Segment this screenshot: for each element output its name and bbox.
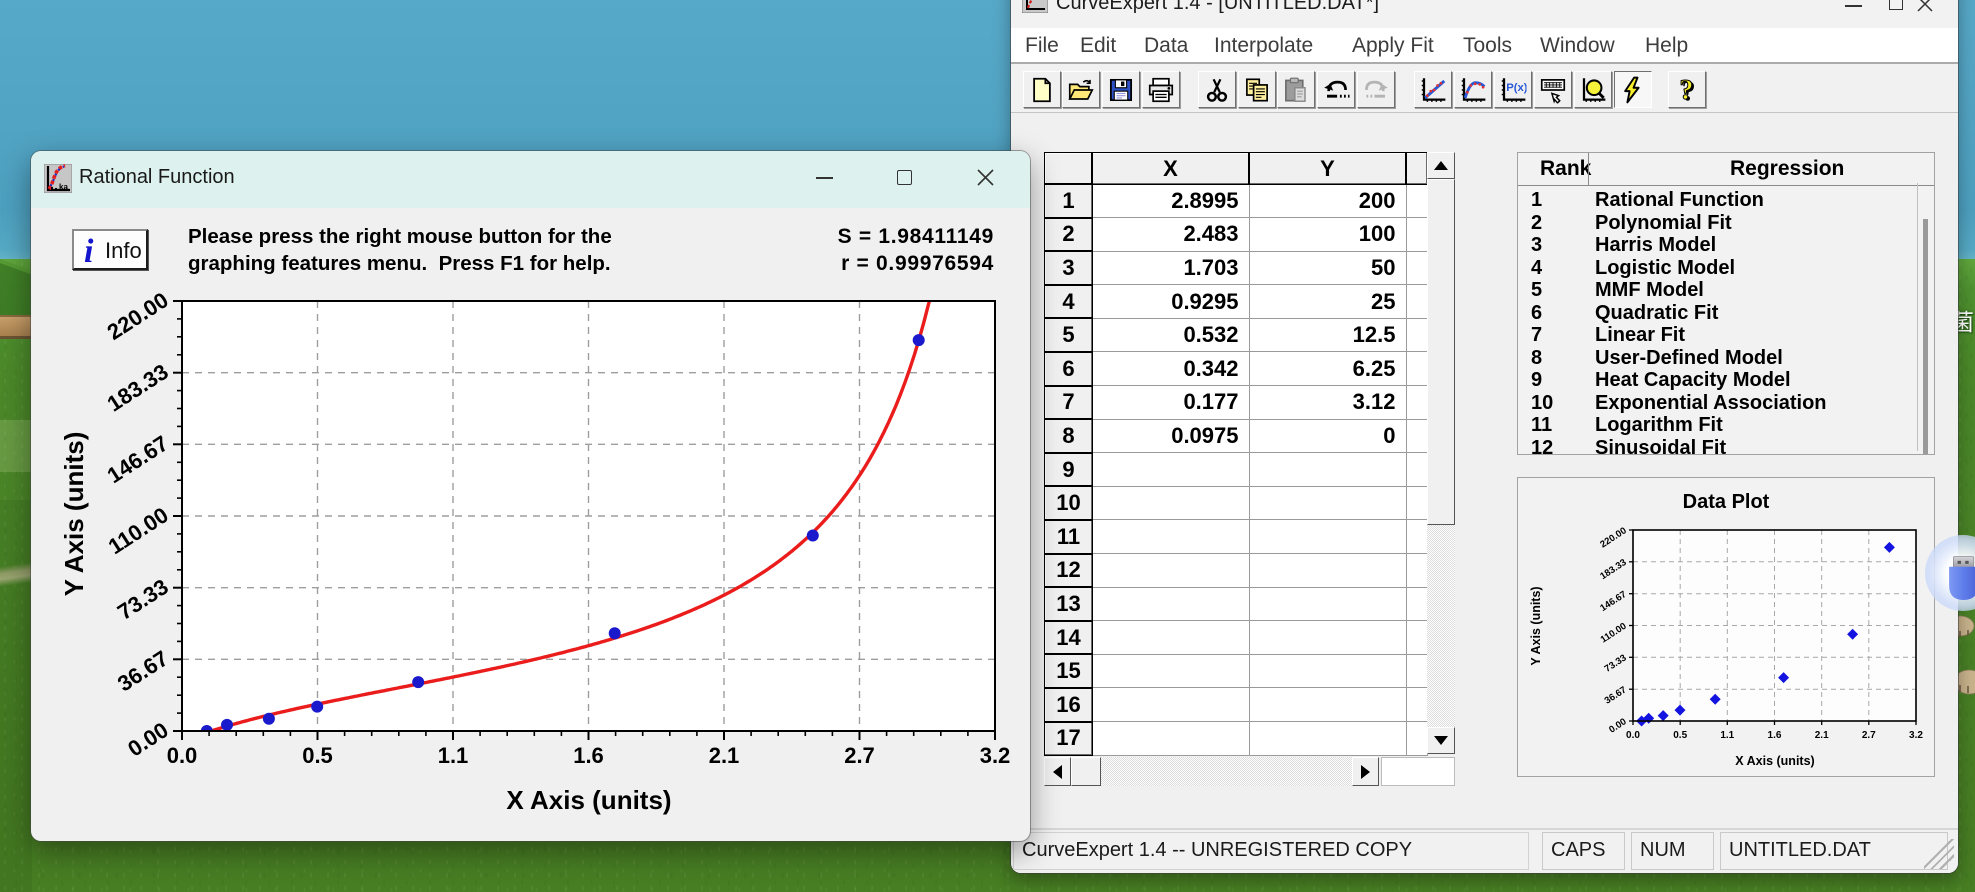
svg-text:Y Axis (units): Y Axis (units): [59, 432, 89, 597]
svg-text:0.0: 0.0: [167, 743, 198, 768]
svg-text:36.67: 36.67: [113, 646, 173, 697]
svg-text:183.33: 183.33: [1598, 557, 1628, 582]
svg-text:2.7: 2.7: [1862, 730, 1876, 741]
svg-text:220.00: 220.00: [103, 287, 173, 345]
svg-text:X Axis (units): X Axis (units): [1735, 754, 1814, 768]
svg-text:146.67: 146.67: [1598, 589, 1628, 614]
svg-text:220.00: 220.00: [1598, 525, 1628, 550]
svg-text:110.00: 110.00: [104, 502, 173, 559]
svg-text:2.7: 2.7: [844, 743, 875, 768]
svg-text:0.0: 0.0: [1626, 730, 1640, 741]
svg-text:110.00: 110.00: [1599, 621, 1629, 646]
svg-text:3.2: 3.2: [1909, 730, 1923, 741]
svg-text:36.67: 36.67: [1603, 684, 1629, 706]
svg-text:183.33: 183.33: [103, 359, 173, 417]
svg-text:73.33: 73.33: [113, 574, 173, 625]
svg-text:1.1: 1.1: [438, 743, 469, 768]
svg-text:146.67: 146.67: [103, 431, 173, 489]
svg-text:0.5: 0.5: [1673, 730, 1687, 741]
svg-text:X Axis (units): X Axis (units): [506, 785, 671, 815]
svg-text:1.6: 1.6: [573, 743, 604, 768]
svg-text:?: ?: [1679, 76, 1693, 103]
svg-text:2.1: 2.1: [1815, 730, 1829, 741]
svg-text:1.6: 1.6: [1768, 730, 1782, 741]
svg-text:1.1: 1.1: [1720, 730, 1734, 741]
svg-text:2.1: 2.1: [709, 743, 740, 768]
svg-text:P(x): P(x): [1506, 82, 1526, 94]
svg-text:73.33: 73.33: [1603, 653, 1629, 675]
svg-text:0.00: 0.00: [123, 717, 173, 761]
svg-text:Y Axis (units): Y Axis (units): [1529, 586, 1543, 665]
svg-text:3.2: 3.2: [980, 743, 1011, 768]
svg-text:0.5: 0.5: [302, 743, 333, 768]
